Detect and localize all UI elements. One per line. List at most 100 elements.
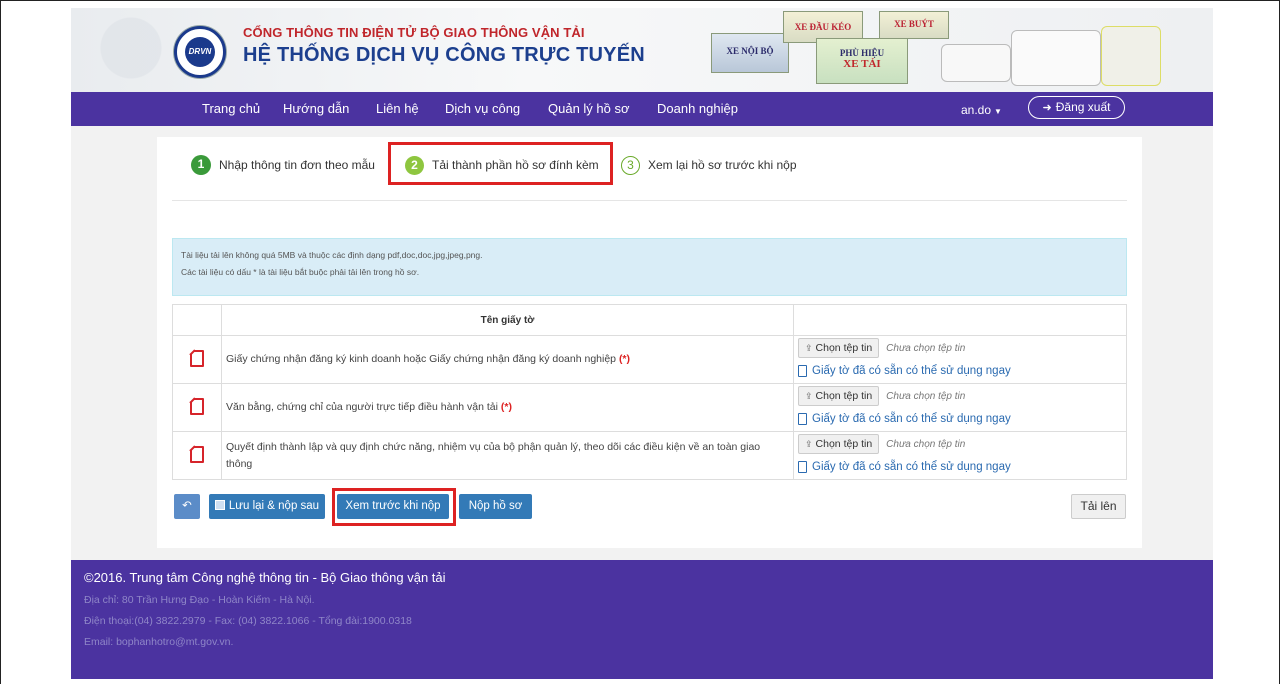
no-file-text: Chưa chọn tệp tin: [886, 438, 966, 450]
footer-email: Email: bophanhotro@mt.gov.vn.: [84, 636, 234, 648]
available-documents-label: Giấy tờ đã có sẵn có thể sử dụng ngay: [812, 365, 1011, 377]
upload-icon: ⇪: [805, 391, 813, 401]
banner-card-phu-hieu: PHÙ HIỆU XE TẢI: [816, 38, 908, 84]
header-action-col: [793, 304, 1127, 336]
site-footer: ©2016. Trung tâm Công nghệ thông tin - B…: [71, 560, 1213, 679]
no-file-text: Chưa chọn tệp tin: [886, 390, 966, 402]
table-row: Văn bằng, chứng chỉ của người trực tiếp …: [172, 383, 1127, 432]
step-3[interactable]: 3 Xem lại hồ sơ trước khi nộp: [621, 153, 797, 177]
logo-text: DRVN: [185, 37, 215, 67]
undo-icon: ↶: [182, 500, 192, 512]
table-row: Quyết định thành lập và quy định chức nă…: [172, 431, 1127, 480]
back-button[interactable]: ↶: [174, 494, 200, 519]
truck-image: [1011, 30, 1101, 86]
footer-phone: Điện thoại:(04) 3822.2979 - Fax: (04) 38…: [84, 615, 412, 627]
available-documents-label: Giấy tờ đã có sẵn có thể sử dụng ngay: [812, 461, 1011, 473]
nav-item-business[interactable]: Doanh nghiệp: [657, 101, 738, 116]
choose-file-button[interactable]: ⇪ Chọn tệp tin: [798, 386, 880, 406]
bus-image: [1101, 26, 1161, 86]
step-3-label: Xem lại hồ sơ trước khi nộp: [648, 158, 797, 172]
file-icon: [798, 413, 807, 425]
row-2-icon-cell: [172, 383, 222, 432]
nav-item-home[interactable]: Trang chủ: [202, 101, 260, 116]
sign-out-icon: ➜: [1042, 102, 1052, 114]
banner-card-phu-hieu-label: PHÙ HIỆU: [839, 48, 885, 58]
row-3-name: Quyết định thành lập và quy định chức nă…: [221, 431, 794, 480]
logout-label: Đăng xuất: [1055, 100, 1111, 114]
header-icon-col: [172, 304, 222, 336]
portal-title[interactable]: CỔNG THÔNG TIN ĐIỆN TỬ BỘ GIAO THÔNG VẬN…: [243, 25, 585, 40]
caret-down-icon: ▼: [994, 107, 1002, 116]
form-toolbar: ↶ Lưu lại & nộp sau Xem trước khi nộp Nộ…: [157, 488, 1142, 526]
step-1-number: 1: [191, 155, 211, 175]
choose-file-button[interactable]: ⇪ Chọn tệp tin: [798, 434, 880, 454]
row-2-actions: ⇪ Chọn tệp tin Chưa chọn tệp tin Giấy tờ …: [793, 383, 1127, 432]
page: DRVN CỔNG THÔNG TIN ĐIỆN TỬ BỘ GIAO THÔN…: [71, 8, 1213, 679]
nav-item-contact[interactable]: Liên hệ: [376, 101, 419, 116]
save-later-button[interactable]: Lưu lại & nộp sau: [209, 494, 325, 519]
preview-highlight: [332, 488, 456, 526]
file-chooser: ⇪ Chọn tệp tin Chưa chọn tệp tin: [798, 386, 1122, 406]
info-line-formats: Tài liệu tải lên không quá 5MB và thuộc …: [181, 250, 483, 260]
system-title[interactable]: HỆ THỐNG DỊCH VỤ CÔNG TRỰC TUYẾN: [243, 44, 645, 67]
step-3-number: 3: [621, 155, 640, 175]
screen-frame: DRVN CỔNG THÔNG TIN ĐIỆN TỬ BỘ GIAO THÔN…: [0, 0, 1280, 684]
available-documents-link[interactable]: Giấy tờ đã có sẵn có thể sử dụng ngay: [798, 458, 1122, 476]
upload-icon: ⇪: [805, 343, 813, 353]
row-1-name-text: Giấy chứng nhận đăng ký kinh doanh hoặc …: [226, 353, 617, 365]
upload-icon: ⇪: [805, 439, 813, 449]
upload-button[interactable]: Tải lên: [1071, 494, 1126, 519]
choose-file-label: Chọn tệp tin: [815, 390, 873, 402]
banner-card-xe-noi-bo-label: XE NỘI BỘ: [726, 46, 774, 56]
drvn-logo[interactable]: DRVN: [174, 26, 226, 78]
documents-table: Tên giấy tờ Giấy chứng nhận đăng ký kinh…: [172, 304, 1127, 480]
choose-file-label: Chọn tệp tin: [815, 342, 873, 354]
table-row: Giấy chứng nhận đăng ký kinh doanh hoặc …: [172, 335, 1127, 384]
document-icon: [189, 444, 204, 463]
upload-info-alert: Tài liệu tải lên không quá 5MB và thuộc …: [172, 238, 1127, 296]
info-line-required: Các tài liệu có dấu * là tài liệu bắt bu…: [181, 267, 420, 277]
save-icon: [214, 500, 225, 510]
step-1-label: Nhập thông tin đơn theo mẫu: [219, 158, 375, 172]
available-documents-label: Giấy tờ đã có sẵn có thể sử dụng ngay: [812, 413, 1011, 425]
submit-button[interactable]: Nộp hồ sơ: [459, 494, 532, 519]
step-divider-line: [172, 200, 1127, 201]
row-3-actions: ⇪ Chọn tệp tin Chưa chọn tệp tin Giấy tờ …: [793, 431, 1127, 480]
banner-card-xe-dau-keo-label: XE ĐẦU KÉO: [794, 22, 852, 32]
required-marker: (*): [618, 353, 631, 365]
choose-file-label: Chọn tệp tin: [815, 438, 873, 450]
file-icon: [798, 461, 807, 473]
save-later-label: Lưu lại & nộp sau: [228, 500, 320, 512]
row-2-name-text: Văn bằng, chứng chỉ của người trực tiếp …: [226, 401, 498, 413]
row-3-icon-cell: [172, 431, 222, 480]
row-1-name: Giấy chứng nhận đăng ký kinh doanh hoặc …: [221, 335, 794, 384]
banner-card-xe-noi-bo: XE NỘI BỘ: [711, 33, 789, 73]
no-file-text: Chưa chọn tệp tin: [886, 342, 966, 354]
nav-item-records[interactable]: Quản lý hồ sơ: [548, 101, 630, 116]
file-chooser: ⇪ Chọn tệp tin Chưa chọn tệp tin: [798, 434, 1122, 454]
step-1[interactable]: 1 Nhập thông tin đơn theo mẫu: [191, 153, 375, 177]
logout-button[interactable]: ➜ Đăng xuất: [1028, 96, 1125, 119]
user-menu[interactable]: an.do ▼: [961, 103, 1002, 117]
required-marker: (*): [500, 401, 512, 413]
site-header: DRVN CỔNG THÔNG TIN ĐIỆN TỬ BỘ GIAO THÔN…: [71, 8, 1213, 92]
document-icon: [189, 348, 204, 367]
footer-copyright: ©2016. Trung tâm Công nghệ thông tin - B…: [84, 570, 446, 585]
file-chooser: ⇪ Chọn tệp tin Chưa chọn tệp tin: [798, 338, 1122, 358]
main-nav: Trang chủ Hướng dẫn Liên hệ Dịch vụ công…: [71, 92, 1213, 126]
choose-file-button[interactable]: ⇪ Chọn tệp tin: [798, 338, 880, 358]
row-1-icon-cell: [172, 335, 222, 384]
file-icon: [798, 365, 807, 377]
banner-card-xe-tai-label: XE TẢI: [843, 58, 881, 70]
row-2-name: Văn bằng, chứng chỉ của người trực tiếp …: [221, 383, 794, 432]
available-documents-link[interactable]: Giấy tờ đã có sẵn có thể sử dụng ngay: [798, 410, 1122, 428]
step-2-highlight: [388, 142, 613, 185]
nav-item-public-services[interactable]: Dịch vụ công: [445, 101, 520, 116]
main-panel: 1 Nhập thông tin đơn theo mẫu 2 Tải thàn…: [157, 137, 1142, 548]
vehicles-banner-image: [911, 16, 1211, 92]
header-name-col: Tên giấy tờ: [221, 304, 794, 336]
nav-item-guide[interactable]: Hướng dẫn: [283, 101, 349, 116]
car-image: [941, 44, 1011, 82]
footer-address: Địa chỉ: 80 Trần Hưng Đạo - Hoàn Kiếm - …: [84, 594, 315, 606]
available-documents-link[interactable]: Giấy tờ đã có sẵn có thể sử dụng ngay: [798, 362, 1122, 380]
